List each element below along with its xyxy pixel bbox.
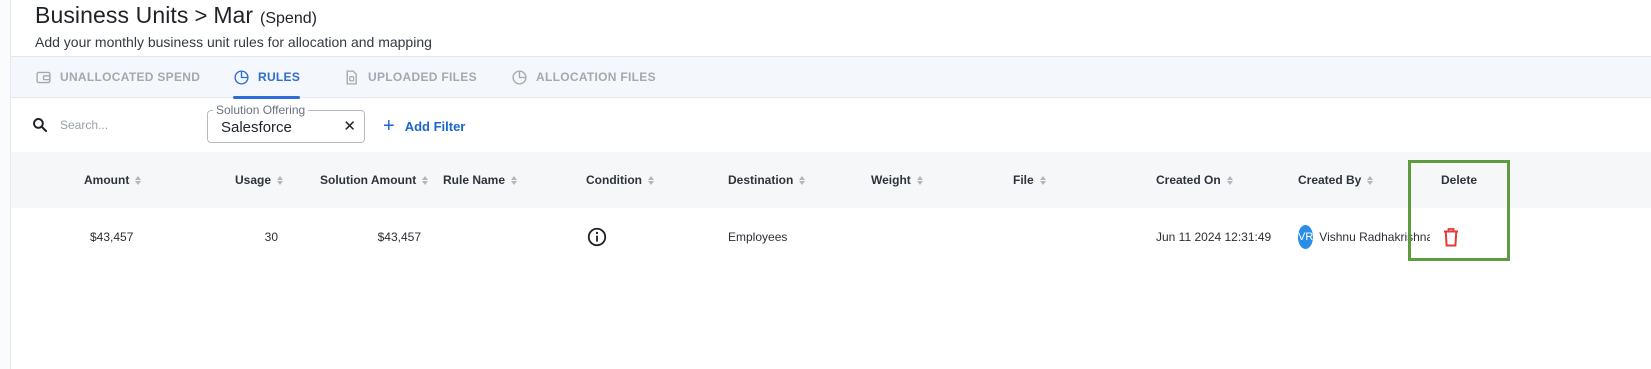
filter-toolbar: Solution Offering Salesforce ✕ + Add Fil… (11, 100, 1651, 158)
column-header-label: Destination (728, 173, 794, 187)
solution-offering-filter[interactable]: Solution Offering Salesforce ✕ (207, 103, 365, 143)
sort-icon (916, 175, 923, 185)
filter-value: Salesforce (221, 119, 292, 136)
tab-allocation-files[interactable]: ALLOCATION FILES (511, 57, 656, 97)
tab-label: ALLOCATION FILES (536, 70, 656, 84)
file-icon (346, 69, 357, 85)
sort-icon (1226, 175, 1233, 185)
tab-uploaded-files[interactable]: UPLOADED FILES (343, 57, 477, 97)
cell-created-by: VR Vishnu Radhakrishnan (1298, 208, 1430, 266)
cell-usage: 30 (264, 230, 278, 244)
sort-icon (511, 175, 518, 185)
cell-destination: Employees (728, 230, 788, 244)
cell-solution-amount: $43,457 (377, 230, 421, 244)
tab-rules[interactable]: RULES (233, 57, 301, 99)
cell-amount: $43,457 (90, 230, 134, 244)
trash-icon[interactable] (1442, 227, 1460, 247)
breadcrumb: Business Units > Mar (Spend) (35, 2, 432, 29)
column-header-condition[interactable]: Condition (586, 152, 654, 208)
table-row[interactable]: $43,457 30 $43,457 Employees Jun 11 2024… (11, 208, 1651, 266)
column-header-label: Condition (586, 173, 642, 187)
wallet-icon (36, 71, 51, 83)
column-header-label: Created On (1156, 173, 1221, 187)
tab-label: RULES (258, 70, 301, 84)
search-box (32, 117, 180, 133)
breadcrumb-separator: > (194, 3, 208, 28)
pie-chart-icon (234, 69, 249, 85)
column-header-weight[interactable]: Weight (871, 152, 923, 208)
created-by-name: Vishnu Radhakrishnan (1319, 230, 1430, 244)
close-icon[interactable]: ✕ (343, 119, 356, 135)
column-header-destination[interactable]: Destination (728, 152, 806, 208)
sort-icon (647, 175, 654, 185)
left-rail (0, 0, 11, 369)
column-header-label: Solution Amount (320, 173, 417, 187)
column-header-label: Amount (84, 173, 130, 187)
column-header-usage[interactable]: Usage (235, 152, 284, 208)
search-icon (33, 118, 48, 133)
column-header-label: Weight (871, 173, 911, 187)
sort-icon (135, 175, 142, 185)
column-header-label: Usage (235, 173, 272, 187)
sort-icon (277, 175, 284, 185)
add-filter-label: Add Filter (404, 118, 466, 134)
add-filter-button[interactable]: + Add Filter (383, 115, 466, 137)
column-header-rule-name[interactable]: Rule Name (443, 152, 518, 208)
pie-chart-icon (512, 69, 527, 85)
sort-icon (1039, 175, 1046, 185)
filter-label: Solution Offering (213, 103, 309, 117)
tab-label: UPLOADED FILES (368, 70, 477, 84)
cell-condition (586, 208, 608, 266)
column-header-solution-amount[interactable]: Solution Amount (320, 152, 429, 208)
column-header-label: Rule Name (443, 173, 506, 187)
sort-icon (799, 175, 806, 185)
cell-delete (1442, 208, 1460, 266)
page-subtitle: Add your monthly business unit rules for… (35, 34, 432, 50)
breadcrumb-qualifier: (Spend) (260, 10, 317, 27)
tab-unallocated-spend[interactable]: UNALLOCATED SPEND (35, 57, 200, 97)
column-header-file[interactable]: File (1013, 152, 1046, 208)
tab-label: UNALLOCATED SPEND (60, 70, 201, 84)
table-header: Amount Usage Solution Amount Rule Name C… (11, 152, 1651, 208)
sort-icon (1367, 175, 1374, 185)
cell-created-on: Jun 11 2024 12:31:49 (1156, 230, 1272, 244)
column-header-delete: Delete (1441, 152, 1477, 208)
sort-icon (422, 175, 429, 185)
breadcrumb-month: Mar (213, 2, 254, 28)
avatar: VR (1298, 225, 1314, 249)
page-header: Business Units > Mar (Spend) Add your mo… (35, 0, 432, 50)
info-icon[interactable] (586, 226, 608, 248)
column-header-label: Delete (1441, 173, 1478, 187)
column-header-label: File (1013, 173, 1034, 187)
column-header-created-by[interactable]: Created By (1298, 152, 1374, 208)
tab-bar: UNALLOCATED SPEND RULES UPLOADED FILES A… (11, 56, 1651, 99)
page-title[interactable]: Business Units (35, 2, 189, 29)
column-header-created-on[interactable]: Created On (1156, 152, 1233, 208)
search-input[interactable] (60, 118, 180, 132)
plus-icon: + (383, 115, 395, 137)
column-header-label: Created By (1298, 173, 1362, 187)
column-header-amount[interactable]: Amount (84, 152, 142, 208)
